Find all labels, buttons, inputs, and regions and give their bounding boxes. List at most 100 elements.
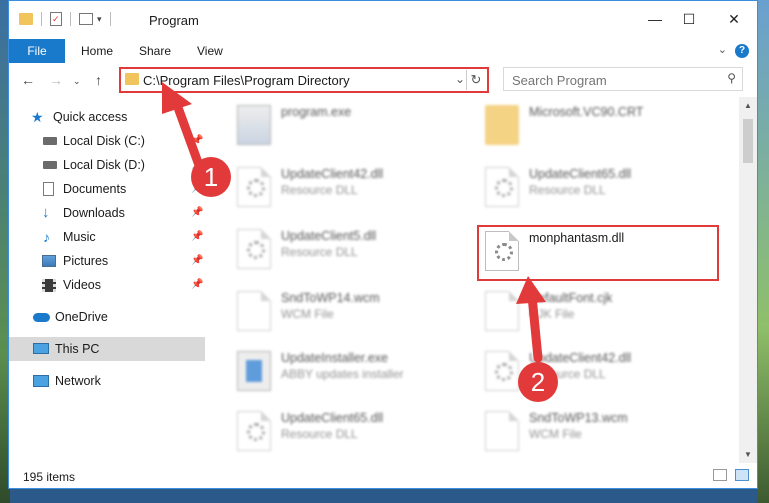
search-box[interactable]: ⚲ bbox=[503, 67, 743, 91]
file-item[interactable]: UpdateClient65.dll Resource DLL bbox=[229, 407, 459, 461]
file-item[interactable]: UpdateClient42.dll Resource DLL bbox=[477, 347, 707, 401]
file-type: WCM File bbox=[529, 427, 582, 441]
sidebar-item-documents[interactable]: Documents 📌 bbox=[9, 177, 205, 201]
folder-icon bbox=[19, 13, 33, 25]
tab-view[interactable]: View bbox=[197, 39, 223, 63]
file-item[interactable]: UpdateClient5.dll Resource DLL bbox=[229, 225, 459, 279]
file-type: Resource DLL bbox=[281, 183, 358, 197]
properties-icon[interactable]: ✓ bbox=[50, 12, 62, 26]
chevron-down-icon[interactable]: ⌄ bbox=[718, 43, 727, 56]
new-folder-icon[interactable] bbox=[79, 13, 93, 25]
program-icon bbox=[237, 105, 271, 145]
file-name: UpdateClient5.dll bbox=[281, 229, 377, 243]
file-item[interactable]: SndToWP13.wcm WCM File bbox=[477, 407, 707, 461]
sidebar-item-local-disk-d[interactable]: Local Disk (D:) 📌 bbox=[9, 153, 205, 177]
explorer-window: ✓ ▾ Program — ☐ ✕ File Home Share View ⌄… bbox=[8, 0, 758, 489]
sidebar-item-label: Pictures bbox=[63, 254, 109, 268]
sidebar-item-quick-access[interactable]: ★ Quick access bbox=[9, 105, 205, 129]
gear-icon bbox=[247, 179, 265, 197]
sidebar-item-onedrive[interactable]: OneDrive bbox=[9, 305, 205, 329]
scrollbar-thumb[interactable] bbox=[743, 119, 753, 163]
gear-icon bbox=[247, 241, 265, 259]
pin-icon[interactable]: 📌 bbox=[191, 249, 203, 273]
address-path[interactable]: C:\Program Files\Program Directory bbox=[143, 73, 350, 88]
file-icon bbox=[485, 291, 519, 331]
tab-file[interactable]: File bbox=[9, 39, 65, 63]
file-type: CJK File bbox=[529, 307, 575, 321]
sidebar-item-videos[interactable]: Videos 📌 bbox=[9, 273, 205, 297]
title-bar: ✓ ▾ Program — ☐ ✕ bbox=[9, 1, 757, 37]
callout-badge-2: 2 bbox=[518, 362, 558, 402]
file-item[interactable]: UpdateClient42.dll Resource DLL bbox=[229, 163, 459, 217]
picture-icon bbox=[42, 255, 56, 267]
search-input[interactable] bbox=[510, 69, 714, 91]
file-item[interactable]: Microsoft.VC90.CRT bbox=[477, 101, 707, 155]
sidebar-item-pictures[interactable]: Pictures 📌 bbox=[9, 249, 205, 273]
help-button[interactable]: ? bbox=[735, 44, 749, 58]
close-button[interactable]: ✕ bbox=[726, 11, 742, 27]
sidebar-item-label: Music bbox=[63, 230, 96, 244]
file-list: program.exe Microsoft.VC90.CRT UpdateCli… bbox=[205, 97, 739, 463]
file-name: program.exe bbox=[281, 105, 352, 119]
separator bbox=[41, 12, 42, 26]
pin-icon[interactable]: 📌 bbox=[191, 273, 203, 297]
file-item[interactable]: SndToWP14.wcm WCM File bbox=[229, 287, 459, 341]
computer-icon bbox=[33, 343, 49, 354]
customize-toolbar-icon[interactable]: ▾ bbox=[97, 14, 102, 25]
large-icons-view-icon[interactable] bbox=[735, 469, 749, 481]
tab-share[interactable]: Share bbox=[139, 39, 171, 63]
sidebar-item-local-disk-c[interactable]: Local Disk (C:) 📌 bbox=[9, 129, 205, 153]
star-icon: ★ bbox=[31, 109, 44, 125]
address-bar[interactable]: C:\Program Files\Program Directory ⌄ ↻ bbox=[119, 67, 489, 93]
sidebar-item-label: Local Disk (D:) bbox=[63, 158, 145, 172]
scroll-up-icon[interactable]: ▲ bbox=[744, 101, 752, 110]
forward-arrow-icon[interactable]: → bbox=[49, 72, 63, 88]
scroll-down-icon[interactable]: ▼ bbox=[744, 450, 752, 459]
pin-icon[interactable]: 📌 bbox=[191, 129, 203, 153]
pin-icon[interactable]: 📌 bbox=[191, 201, 203, 225]
sidebar-item-downloads[interactable]: ↓ Downloads 📌 bbox=[9, 201, 205, 225]
drive-icon bbox=[43, 161, 57, 169]
refresh-icon[interactable]: ↻ bbox=[466, 70, 485, 90]
file-name: UpdateInstaller.exe bbox=[281, 351, 389, 365]
file-name: UpdateClient65.dll bbox=[281, 411, 384, 425]
file-type: WCM File bbox=[281, 307, 334, 321]
film-icon bbox=[42, 279, 56, 292]
details-view-icon[interactable] bbox=[713, 469, 727, 481]
search-icon[interactable]: ⚲ bbox=[727, 71, 736, 85]
sidebar-item-label: Quick access bbox=[53, 110, 128, 124]
file-item[interactable]: UpdateClient65.dll Resource DLL bbox=[477, 163, 707, 217]
dll-file-icon bbox=[237, 229, 271, 269]
up-arrow-icon[interactable]: ↑ bbox=[95, 72, 102, 88]
maximize-button[interactable]: ☐ bbox=[681, 11, 697, 27]
dll-file-icon bbox=[485, 351, 519, 391]
recent-locations-chevron-icon[interactable]: ⌄ bbox=[73, 76, 81, 87]
file-name: UpdateClient42.dll bbox=[281, 167, 384, 181]
sidebar-item-music[interactable]: ♪ Music 📌 bbox=[9, 225, 205, 249]
file-item[interactable]: program.exe bbox=[229, 101, 459, 155]
music-note-icon: ♪ bbox=[43, 229, 50, 245]
file-name: DefaultFont.cjk bbox=[529, 291, 613, 305]
cloud-icon bbox=[33, 313, 50, 322]
tab-home[interactable]: Home bbox=[81, 39, 113, 63]
file-type: Resource DLL bbox=[281, 245, 358, 259]
file-item[interactable]: UpdateInstaller.exe ABBY updates install… bbox=[229, 347, 459, 401]
sidebar-item-network[interactable]: Network bbox=[9, 369, 205, 393]
network-icon bbox=[33, 375, 49, 387]
pin-icon[interactable]: 📌 bbox=[191, 225, 203, 249]
file-name: UpdateClient65.dll bbox=[529, 167, 632, 181]
download-arrow-icon: ↓ bbox=[42, 204, 50, 221]
drive-icon bbox=[43, 137, 57, 145]
vertical-scrollbar[interactable]: ▲ ▼ bbox=[739, 97, 757, 463]
minimize-button[interactable]: — bbox=[647, 11, 663, 27]
folder-icon bbox=[485, 105, 519, 145]
back-arrow-icon[interactable]: ← bbox=[21, 72, 35, 88]
status-bar: 195 items bbox=[9, 463, 757, 489]
separator bbox=[109, 12, 111, 26]
navigation-pane: ★ Quick access Local Disk (C:) 📌 Local D… bbox=[9, 97, 205, 463]
file-item[interactable]: DefaultFont.cjk CJK File bbox=[477, 287, 707, 341]
file-type: Resource DLL bbox=[281, 427, 358, 441]
ribbon: File Home Share View ⌄ ? bbox=[9, 37, 757, 63]
chevron-down-icon[interactable]: ⌄ bbox=[455, 72, 465, 86]
sidebar-item-this-pc[interactable]: This PC bbox=[9, 337, 205, 361]
